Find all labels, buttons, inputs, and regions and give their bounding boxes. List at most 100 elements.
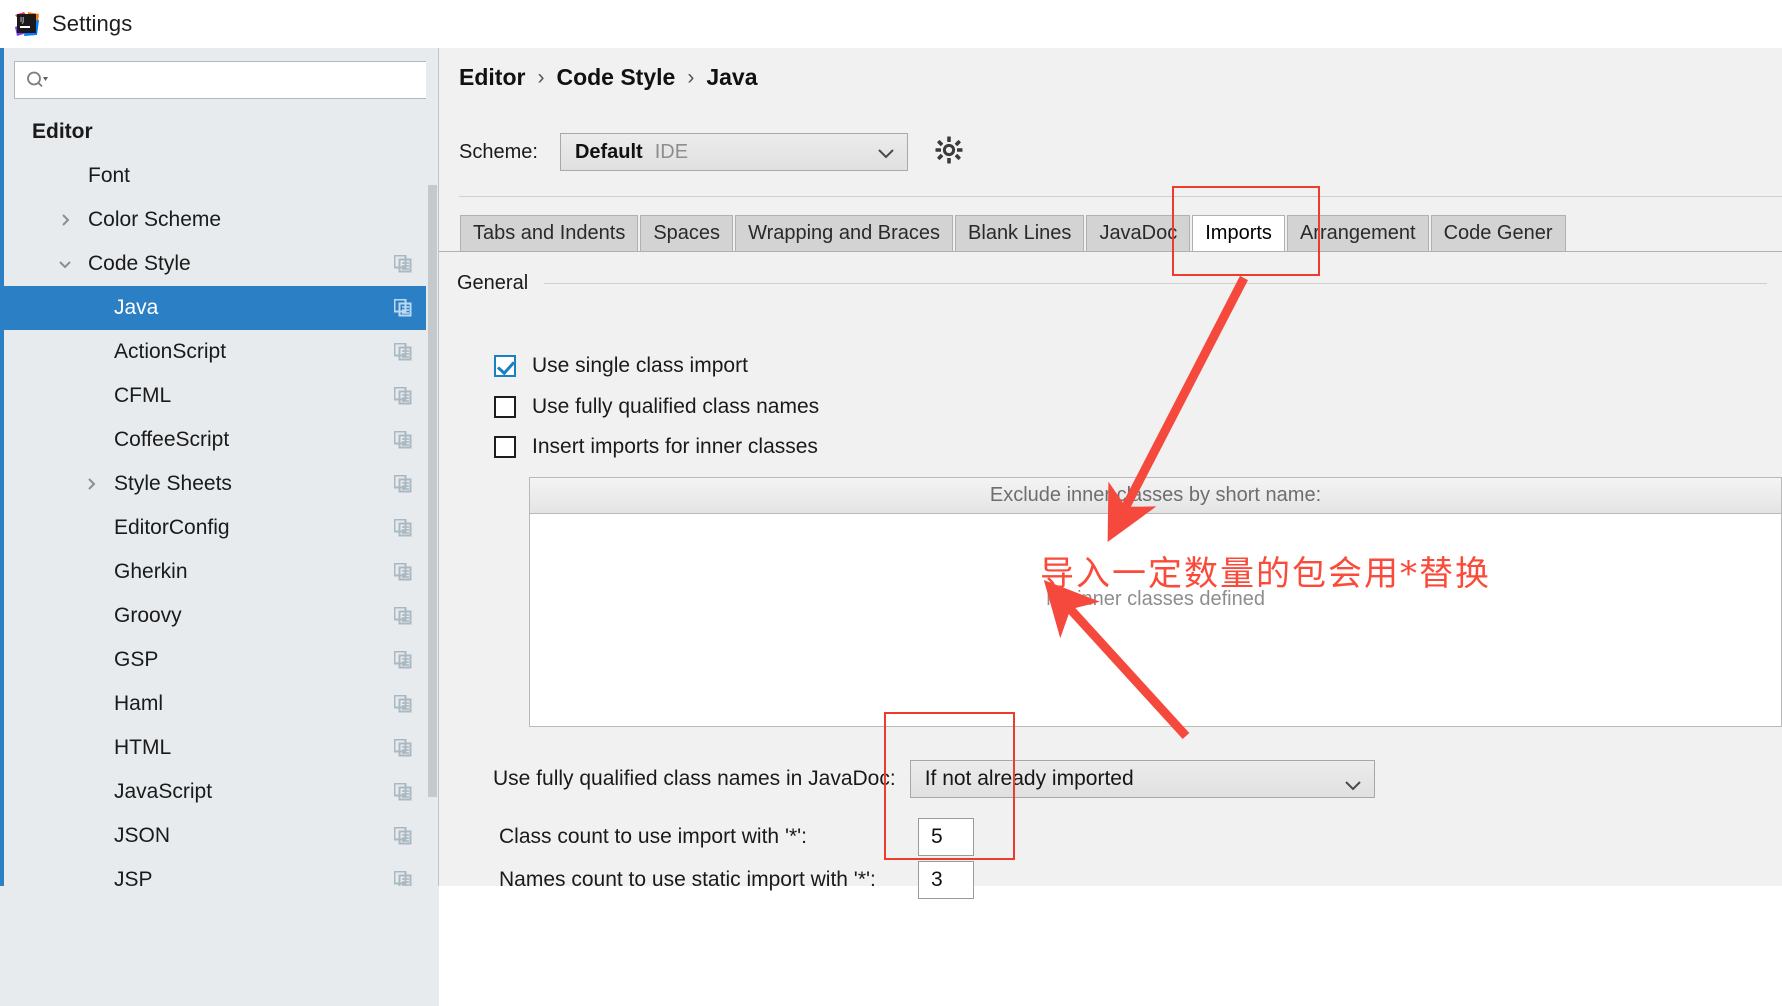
copy-scheme-icon[interactable] bbox=[393, 694, 412, 713]
tab-blank-lines[interactable]: Blank Lines bbox=[955, 215, 1085, 251]
annotation-text: 导入一定数量的包会用*替换 bbox=[1040, 554, 1491, 594]
general-section-header: General bbox=[457, 272, 1767, 295]
sidebar-item-javascript[interactable]: JavaScript bbox=[4, 770, 438, 814]
tab-spaces[interactable]: Spaces bbox=[640, 215, 734, 251]
breadcrumb-separator-icon: › bbox=[537, 65, 545, 89]
sidebar-item-groovy[interactable]: Groovy bbox=[4, 594, 438, 638]
class-count-input[interactable] bbox=[918, 818, 974, 856]
breadcrumb: Editor › Code Style › Java bbox=[459, 64, 758, 91]
sidebar-item-label: Color Scheme bbox=[88, 208, 222, 231]
gear-icon bbox=[934, 135, 964, 170]
breadcrumb-item-code-style[interactable]: Code Style bbox=[556, 64, 675, 91]
copy-scheme-icon[interactable] bbox=[393, 474, 412, 493]
sidebar-item-label: GSP bbox=[114, 648, 159, 671]
sidebar-item-html[interactable]: HTML bbox=[4, 726, 438, 770]
sidebar-item-coffeescript[interactable]: CoffeeScript bbox=[4, 418, 438, 462]
sidebar-item-code-style[interactable]: Code Style bbox=[4, 242, 438, 286]
fqcn-javadoc-value: If not already imported bbox=[924, 767, 1134, 790]
tab-tabs-and-indents[interactable]: Tabs and Indents bbox=[460, 215, 639, 251]
fqcn-javadoc-label: Use fully qualified class names in JavaD… bbox=[493, 767, 896, 790]
copy-scheme-icon[interactable] bbox=[393, 782, 412, 801]
copy-scheme-icon[interactable] bbox=[393, 870, 412, 886]
copy-scheme-icon[interactable] bbox=[393, 606, 412, 625]
scheme-settings-gear-button[interactable] bbox=[929, 132, 969, 172]
checkbox-use-single-class-import[interactable]: Use single class import bbox=[494, 354, 748, 378]
checkbox-use-fully-qualified-class-names[interactable]: Use fully qualified class names bbox=[494, 395, 819, 419]
sidebar-item-jsp[interactable]: JSP bbox=[4, 858, 438, 886]
tab-imports[interactable]: Imports bbox=[1192, 215, 1285, 251]
tab-label: JavaDoc bbox=[1099, 222, 1178, 244]
settings-main-pane: Editor › Code Style › Java Scheme: Defau… bbox=[439, 48, 1782, 899]
tab-wrapping-and-braces[interactable]: Wrapping and Braces bbox=[735, 215, 954, 251]
copy-scheme-icon[interactable] bbox=[393, 826, 412, 845]
checkbox-label: Use single class import bbox=[532, 354, 748, 377]
search-icon bbox=[25, 70, 49, 90]
chevron-down-icon bbox=[877, 146, 895, 159]
sidebar-item-editor[interactable]: Editor bbox=[4, 110, 438, 154]
scheme-value: Default bbox=[574, 140, 643, 163]
sidebar-item-label: Gherkin bbox=[114, 560, 188, 583]
sidebar-item-style-sheets[interactable]: Style Sheets bbox=[4, 462, 438, 506]
copy-scheme-icon[interactable] bbox=[393, 430, 412, 449]
sidebar-item-editorconfig[interactable]: EditorConfig bbox=[4, 506, 438, 550]
sidebar-item-gherkin[interactable]: Gherkin bbox=[4, 550, 438, 594]
sidebar-item-label: Style Sheets bbox=[114, 472, 232, 495]
checkbox-box-icon[interactable] bbox=[494, 436, 516, 458]
chevron-right-icon[interactable] bbox=[54, 209, 76, 231]
checkbox-box-icon[interactable] bbox=[494, 355, 516, 377]
search-input[interactable] bbox=[49, 62, 427, 98]
tab-arrangement[interactable]: Arrangement bbox=[1286, 215, 1429, 251]
copy-scheme-icon[interactable] bbox=[393, 342, 412, 361]
class-count-label: Class count to use import with '*': bbox=[499, 825, 807, 848]
tab-label: Code Gener bbox=[1443, 222, 1553, 244]
exclude-table-header: Exclude inner classes by short name: bbox=[530, 478, 1781, 514]
sidebar-item-label: Font bbox=[88, 164, 131, 187]
sidebar-item-label: EditorConfig bbox=[114, 516, 230, 539]
breadcrumb-item-java[interactable]: Java bbox=[706, 64, 757, 91]
copy-scheme-icon[interactable] bbox=[393, 298, 412, 317]
exclude-inner-classes-table[interactable]: Exclude inner classes by short name: No … bbox=[529, 477, 1782, 727]
fqcn-javadoc-dropdown[interactable]: If not already imported bbox=[909, 760, 1375, 798]
names-count-input[interactable] bbox=[918, 861, 974, 899]
tab-label: Tabs and Indents bbox=[473, 222, 626, 244]
settings-window: IJ Settings Editor Font Color Scheme Code S… bbox=[0, 0, 1782, 1006]
search-box[interactable] bbox=[14, 61, 428, 99]
copy-scheme-icon[interactable] bbox=[393, 386, 412, 405]
tab-javadoc[interactable]: JavaDoc bbox=[1086, 215, 1191, 251]
chevron-right-icon[interactable] bbox=[80, 473, 102, 495]
copy-scheme-icon[interactable] bbox=[393, 738, 412, 757]
copy-scheme-icon[interactable] bbox=[393, 562, 412, 581]
sidebar-item-label: Code Style bbox=[88, 252, 191, 275]
checkbox-insert-imports-for-inner-classes[interactable]: Insert imports for inner classes bbox=[494, 435, 818, 459]
copy-scheme-icon[interactable] bbox=[393, 518, 412, 537]
chevron-down-icon[interactable] bbox=[54, 253, 76, 275]
copy-scheme-icon[interactable] bbox=[393, 650, 412, 669]
sidebar-item-label: CoffeeScript bbox=[114, 428, 230, 451]
checkbox-box-icon[interactable] bbox=[494, 396, 516, 418]
sidebar-item-gsp[interactable]: GSP bbox=[4, 638, 438, 682]
sidebar-item-color-scheme[interactable]: Color Scheme bbox=[4, 198, 438, 242]
code-style-tabs: Tabs and Indents Spaces Wrapping and Brace… bbox=[439, 215, 1782, 251]
fqcn-javadoc-row: Use fully qualified class names in JavaD… bbox=[493, 760, 1375, 798]
tab-strip-pad bbox=[439, 215, 460, 251]
tab-label: Wrapping and Braces bbox=[748, 222, 941, 244]
breadcrumb-item-editor[interactable]: Editor bbox=[459, 64, 525, 91]
sidebar-item-cfml[interactable]: CFML bbox=[4, 374, 438, 418]
sidebar-item-label: ActionScript bbox=[114, 340, 227, 363]
sidebar-scrollbar-track[interactable] bbox=[426, 48, 438, 886]
sidebar-item-label: CFML bbox=[114, 384, 172, 407]
sidebar-item-java[interactable]: Java bbox=[4, 286, 438, 330]
tab-code-gener[interactable]: Code Gener bbox=[1430, 215, 1566, 251]
scheme-row: Scheme: Default IDE bbox=[459, 133, 908, 171]
sidebar-item-font[interactable]: Font bbox=[4, 154, 438, 198]
sidebar-item-label: Groovy bbox=[114, 604, 182, 627]
sidebar-item-json[interactable]: JSON bbox=[4, 814, 438, 858]
sidebar-item-actionscript[interactable]: ActionScript bbox=[4, 330, 438, 374]
title-bar: IJ Settings bbox=[0, 0, 1782, 48]
scheme-scope: IDE bbox=[654, 140, 689, 163]
sidebar-item-haml[interactable]: Haml bbox=[4, 682, 438, 726]
names-count-label: Names count to use static import with '*… bbox=[499, 868, 876, 891]
scheme-dropdown[interactable]: Default IDE bbox=[559, 133, 908, 171]
copy-scheme-icon[interactable] bbox=[393, 254, 412, 273]
sidebar-scrollbar-thumb[interactable] bbox=[428, 185, 437, 797]
